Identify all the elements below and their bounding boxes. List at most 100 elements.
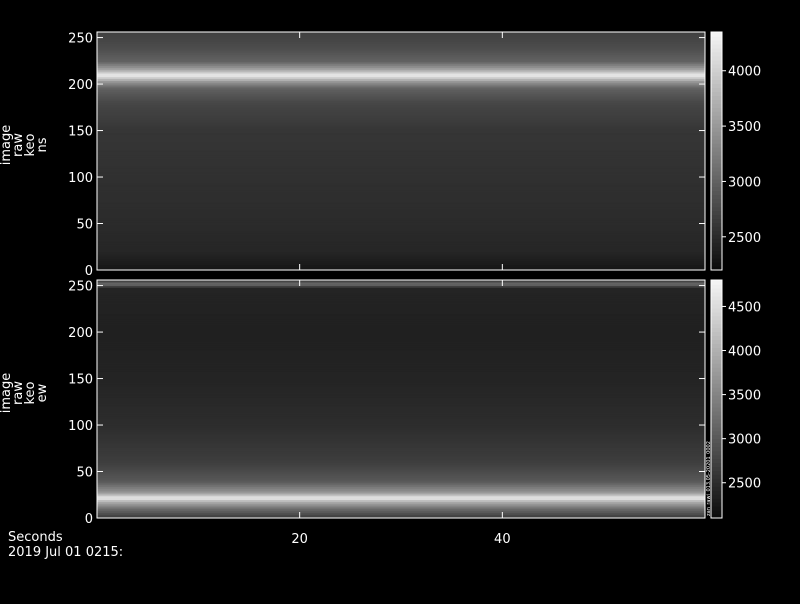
colorbar-step — [711, 339, 722, 345]
colorbar-step — [711, 143, 722, 148]
heatmap-rows — [97, 280, 705, 519]
colorbar-step — [711, 51, 722, 57]
colorbar-step — [711, 502, 722, 507]
colorbar-step — [711, 383, 722, 388]
colorbar-step — [711, 139, 722, 144]
colorbar-step — [711, 230, 722, 235]
colorbar-step — [711, 371, 722, 376]
y-axis-label-line: ew — [35, 383, 50, 402]
colorbar-step — [711, 450, 722, 456]
colorbar-step — [711, 55, 722, 61]
colorbar-step — [711, 335, 722, 341]
colorbar-tick-label: 2500 — [728, 477, 761, 492]
colorbar-step — [711, 470, 722, 475]
colorbar-step — [711, 355, 722, 360]
y-axis-label-line: ns — [35, 137, 50, 152]
colorbar-step — [711, 311, 722, 317]
colorbar-step — [711, 262, 722, 267]
colorbar-step — [711, 395, 722, 400]
colorbar-step — [711, 190, 722, 196]
colorbar-step — [711, 319, 722, 325]
colorbar-step — [711, 39, 722, 45]
y-tick-label: 250 — [68, 280, 93, 295]
colorbar-step — [711, 343, 722, 349]
colorbar-step — [711, 154, 722, 160]
x-axis: 20 40 — [291, 532, 510, 547]
colorbar-step — [711, 182, 722, 188]
colorbar-tick-label: 2500 — [728, 231, 761, 246]
colorbar-step — [711, 280, 722, 285]
colorbar: 2500 3000 3500 4000 — [710, 31, 761, 271]
colorbar-step — [711, 442, 722, 448]
colorbar-step — [711, 494, 722, 499]
colorbar-step — [711, 486, 722, 491]
colorbar-step — [711, 287, 722, 293]
colorbar-step — [711, 198, 722, 204]
colorbar-step — [711, 151, 722, 156]
colorbar-step — [711, 111, 722, 116]
colorbar-step — [711, 178, 722, 184]
colorbar-step — [711, 147, 722, 152]
colorbar-step — [711, 47, 722, 53]
colorbar-step — [711, 135, 722, 140]
colorbar-step — [711, 430, 722, 436]
colorbar-step — [711, 454, 722, 460]
colorbar-step — [711, 238, 722, 243]
y-tick-label: 150 — [68, 373, 93, 388]
colorbar-step — [711, 32, 722, 37]
colorbar-step — [711, 458, 722, 464]
colorbar-step — [711, 391, 722, 396]
colorbar-step — [711, 258, 722, 263]
colorbar-step — [711, 79, 722, 85]
colorbar-step — [711, 347, 722, 352]
colorbar-step — [711, 399, 722, 404]
y-tick-label: 50 — [76, 218, 93, 233]
colorbar-step — [711, 418, 722, 424]
y-tick-label: 100 — [68, 419, 93, 434]
colorbar-tick-label: 4000 — [728, 345, 761, 360]
colorbar-step — [711, 115, 722, 120]
colorbar-step — [711, 35, 722, 41]
heatmap-rows — [97, 32, 705, 271]
colorbar-tick-label: 3000 — [728, 175, 761, 190]
y-tick-label: 200 — [68, 78, 93, 93]
colorbar-step — [711, 107, 722, 112]
colorbar-tick-label: 4000 — [728, 65, 761, 80]
colorbar-step — [711, 43, 722, 49]
colorbar-step — [711, 174, 722, 180]
colorbar-step — [711, 375, 722, 380]
colorbar-step — [711, 75, 722, 81]
colorbar-step — [711, 222, 722, 227]
colorbar-step — [711, 246, 722, 251]
colorbar-step — [711, 315, 722, 321]
colorbar-step — [711, 250, 722, 255]
colorbar-step — [711, 234, 722, 239]
keogram-ew-panel: 050100150200250imagerawkeoew250030003500… — [0, 279, 761, 527]
colorbar-tick-label: 4500 — [728, 300, 761, 315]
x-tick-label: 40 — [494, 532, 511, 547]
colorbar-step — [711, 127, 722, 132]
colorbar-step — [711, 91, 722, 97]
colorbar-step — [711, 194, 722, 200]
y-tick-label: 100 — [68, 171, 93, 186]
y-tick-label: 250 — [68, 32, 93, 47]
colorbar-step — [711, 434, 722, 440]
colorbar-step — [711, 123, 722, 128]
y-tick-label: 200 — [68, 326, 93, 341]
colorbar-step — [711, 478, 722, 483]
keogram-figure: 050100150200250imagerawkeons250030003500… — [0, 31, 761, 547]
colorbar-step — [711, 414, 722, 420]
colorbar-step — [711, 291, 722, 297]
colorbar-step — [711, 506, 722, 511]
x-tick-label: 20 — [291, 532, 308, 547]
colorbar-step — [711, 166, 722, 172]
colorbar-step — [711, 482, 722, 487]
colorbar-step — [711, 438, 722, 444]
colorbar-step — [711, 214, 722, 220]
x-axis-title: Seconds — [8, 530, 63, 545]
colorbar-step — [711, 402, 722, 408]
colorbar-step — [711, 498, 722, 503]
colorbar-step — [711, 158, 722, 164]
colorbar-step — [711, 210, 722, 216]
colorbar-step — [711, 67, 722, 73]
